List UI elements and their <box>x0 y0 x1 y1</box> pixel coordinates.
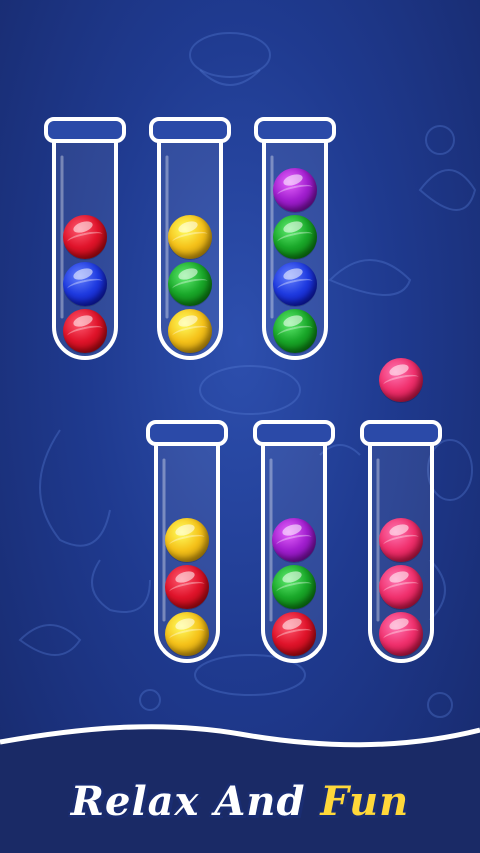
ball-band <box>382 532 420 550</box>
ball-band <box>171 276 209 294</box>
ball-purple <box>272 518 316 562</box>
ball-band <box>382 626 420 644</box>
ball-red <box>63 309 107 353</box>
ball-pink <box>379 518 423 562</box>
slogan-word-relax: Relax <box>70 778 200 825</box>
ball-yellow <box>168 215 212 259</box>
ball-green <box>273 215 317 259</box>
tube-6[interactable] <box>360 420 442 663</box>
ball-blue <box>63 262 107 306</box>
ball-green <box>272 565 316 609</box>
ball-green <box>273 309 317 353</box>
tube-2[interactable] <box>149 117 231 360</box>
ball-band <box>276 182 314 200</box>
ball-band <box>382 372 420 390</box>
ball-blue <box>273 262 317 306</box>
ball-yellow <box>168 309 212 353</box>
ball-red <box>272 612 316 656</box>
ball-purple <box>273 168 317 212</box>
tube-1[interactable] <box>44 117 126 360</box>
ball-pink <box>379 565 423 609</box>
ball-red <box>165 565 209 609</box>
ball-yellow <box>165 518 209 562</box>
ball-band <box>276 229 314 247</box>
ball-band <box>168 532 206 550</box>
ball-band <box>66 229 104 247</box>
ball-green <box>168 262 212 306</box>
ball-band <box>66 276 104 294</box>
ball-band <box>275 626 313 644</box>
ball-band <box>276 276 314 294</box>
tube-5[interactable] <box>253 420 335 663</box>
slogan: Relax And Fun <box>0 778 480 825</box>
ball-band <box>168 579 206 597</box>
ball-band <box>171 229 209 247</box>
ball-red <box>63 215 107 259</box>
slogan-word-and: And <box>214 778 306 825</box>
ball-band <box>275 579 313 597</box>
ball-band <box>171 323 209 341</box>
tube-3[interactable] <box>254 117 336 360</box>
tube-4[interactable] <box>146 420 228 663</box>
ball-yellow <box>165 612 209 656</box>
ball-pink <box>379 612 423 656</box>
ball-band <box>66 323 104 341</box>
ball-band <box>276 323 314 341</box>
ball-band <box>382 579 420 597</box>
ball-band <box>275 532 313 550</box>
slogan-word-fun: Fun <box>320 778 410 825</box>
ball-band <box>168 626 206 644</box>
lifted-ball[interactable] <box>379 358 423 402</box>
